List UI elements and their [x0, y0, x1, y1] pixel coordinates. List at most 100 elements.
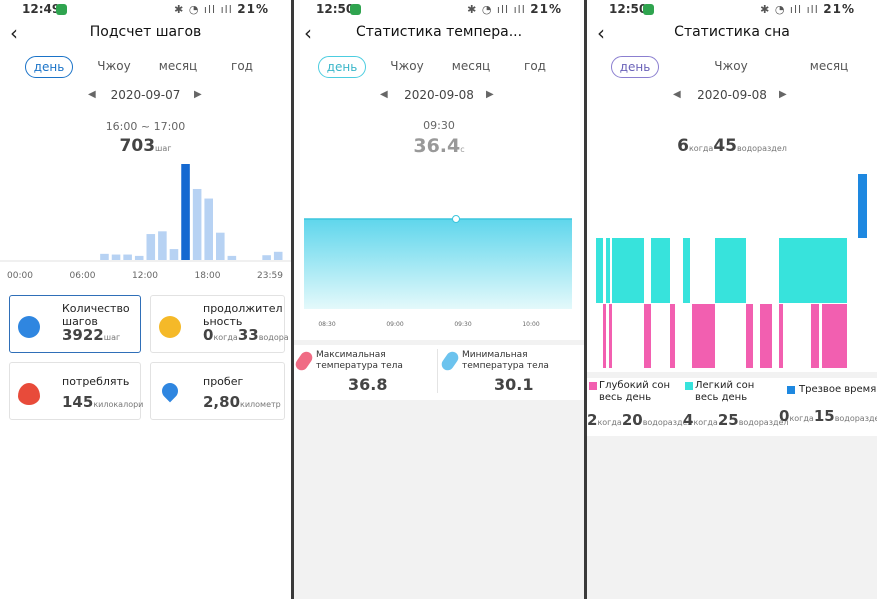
current-date: 2020-09-08: [404, 88, 474, 102]
status-icons: ✱ ◔ ıll ıll 21%: [174, 2, 269, 16]
status-time: 12:50: [316, 2, 355, 16]
period-tabs: день Чжоу месяц: [587, 56, 877, 78]
legend-light-sleep: Легкий сон весь день: [685, 380, 779, 404]
temperature-unit: c: [460, 145, 465, 154]
temperature-area-chart[interactable]: 08:30 09:00 09:30 10:00: [294, 205, 584, 335]
tab-day[interactable]: день: [318, 56, 366, 78]
light-sleep-segment: [651, 238, 670, 303]
steps-bar: [146, 234, 156, 260]
date-navigator: ◀ 2020-09-07 ▶: [0, 88, 291, 106]
deep-sleep-value: 2когда20водораздел: [587, 411, 693, 429]
steps-bar-chart[interactable]: 00:00 06:00 12:00 18:00 23:59: [0, 158, 291, 288]
period-tabs: день Чжоу месяц год: [294, 56, 584, 78]
steps-total-unit: шаг: [103, 333, 121, 342]
tab-day[interactable]: день: [611, 56, 659, 78]
deep-sleep-swatch: [589, 382, 597, 390]
duration-card[interactable]: продолжительность 0когда33водора: [150, 295, 289, 353]
tab-month[interactable]: месяц: [447, 56, 495, 76]
light-sleep-segment: [683, 238, 690, 303]
next-date-icon[interactable]: ▶: [194, 89, 202, 100]
legend-awake: Трезвое время: [787, 384, 877, 396]
step-count: 703: [119, 136, 156, 156]
distance-card-value: 2,80километр: [203, 393, 281, 411]
calories-card[interactable]: потреблять 145килокалори: [9, 362, 144, 420]
duration-card-label: продолжительность: [203, 302, 283, 328]
steps-x-tick-label: 12:00: [132, 271, 158, 281]
steps-card-label: Количество шагов: [62, 302, 130, 328]
light-sleep-segment: [612, 238, 644, 303]
next-date-icon[interactable]: ▶: [779, 89, 787, 100]
status-time: 12:50: [609, 2, 648, 16]
steps-bar: [192, 188, 202, 260]
tab-month[interactable]: месяц: [805, 56, 853, 76]
light-hours: 4: [683, 411, 694, 429]
app-notification-icon: [350, 4, 361, 15]
selected-time: 09:30: [423, 119, 455, 132]
sleep-hours-unit: когда: [688, 144, 714, 153]
calories-card-label: потреблять: [62, 375, 130, 388]
sleep-legend: Глубокий сон весь день Легкий сон весь д…: [587, 378, 877, 436]
page-title: Подсчет шагов: [89, 24, 202, 40]
status-icons: ✱ ◔ ıll ıll 21%: [467, 2, 562, 16]
temperature-x-tick-label: 08:30: [318, 321, 335, 328]
deep-sleep-segment: [644, 304, 651, 368]
steps-x-tick-label: 06:00: [70, 271, 96, 281]
header: ‹ Подсчет шагов: [0, 20, 291, 48]
status-bar: 12:50 ✱ ◔ ıll ıll 21%: [294, 0, 584, 20]
selected-range: 16:00 ~ 17:00: [105, 120, 186, 133]
sleep-total: 6когда45водораздел: [587, 136, 877, 156]
temperature-value: 36.4: [413, 135, 461, 157]
selected-value: 703шаг: [0, 136, 291, 156]
tab-year[interactable]: год: [222, 56, 262, 76]
awake-hours: 0: [779, 407, 790, 425]
tab-week[interactable]: Чжоу: [709, 56, 753, 76]
deep-sleep-segment: [692, 304, 715, 368]
app-notification-icon: [643, 4, 654, 15]
light-sleep-value: 4когда25водораздел: [683, 411, 789, 429]
deep-sleep-segment: [609, 304, 612, 368]
sleep-phase-chart[interactable]: [587, 170, 877, 370]
flame-icon: [18, 383, 40, 405]
temperature-area: [304, 219, 572, 309]
steps-x-tick-label: 00:00: [7, 271, 33, 281]
tab-day[interactable]: день: [25, 56, 73, 78]
awake-value: 0когда15водораздел: [779, 407, 877, 425]
status-bar: 12:50 ✱ ◔ ıll ıll 21%: [587, 0, 877, 20]
calories-unit: килокалори: [93, 400, 144, 409]
prev-date-icon[interactable]: ◀: [673, 89, 681, 100]
location-pin-icon: [158, 379, 182, 403]
light-hours-unit: когда: [693, 418, 718, 427]
tab-month[interactable]: месяц: [154, 56, 202, 76]
deep-minutes: 20: [621, 411, 643, 429]
distance-card[interactable]: пробег 2,80километр: [150, 362, 285, 420]
sleep-panel: 12:50 ✱ ◔ ıll ıll 21% ‹ Статистика сна д…: [587, 0, 877, 599]
duration-hours-unit: когда: [213, 333, 238, 342]
deep-sleep-segment: [779, 304, 783, 368]
deep-sleep-segment: [822, 304, 847, 368]
deep-sleep-segment: [603, 304, 606, 368]
tab-week[interactable]: Чжоу: [385, 56, 429, 76]
selected-temperature: 36.4c: [294, 135, 584, 157]
light-sleep-segment: [779, 238, 847, 303]
awake-label: Трезвое время: [799, 384, 877, 395]
sleep-minutes: 45: [713, 136, 738, 156]
next-date-icon[interactable]: ▶: [486, 89, 494, 100]
prev-date-icon[interactable]: ◀: [88, 89, 96, 100]
steps-total: 3922: [62, 326, 104, 344]
thermometer-red-icon: [294, 349, 315, 373]
prev-date-icon[interactable]: ◀: [380, 89, 388, 100]
temperature-x-tick-label: 10:00: [522, 321, 539, 328]
steps-panel: 12:49 ✱ ◔ ıll ıll 21% ‹ Подсчет шагов де…: [0, 0, 291, 599]
deep-hours: 2: [587, 411, 598, 429]
period-tabs: день Чжоу месяц год: [0, 56, 291, 78]
steps-x-tick-label: 23:59: [257, 271, 283, 281]
tab-year[interactable]: год: [515, 56, 555, 76]
temperature-x-tick-label: 09:30: [454, 321, 471, 328]
page-title: Статистика темпера...: [355, 24, 523, 40]
steps-bar: [158, 231, 167, 260]
steps-card[interactable]: Количество шагов 3922шаг: [9, 295, 141, 353]
tab-week[interactable]: Чжоу: [92, 56, 136, 76]
steps-bar: [216, 232, 225, 260]
deep-sleep-segment: [670, 304, 675, 368]
light-sleep-segment: [715, 238, 746, 303]
